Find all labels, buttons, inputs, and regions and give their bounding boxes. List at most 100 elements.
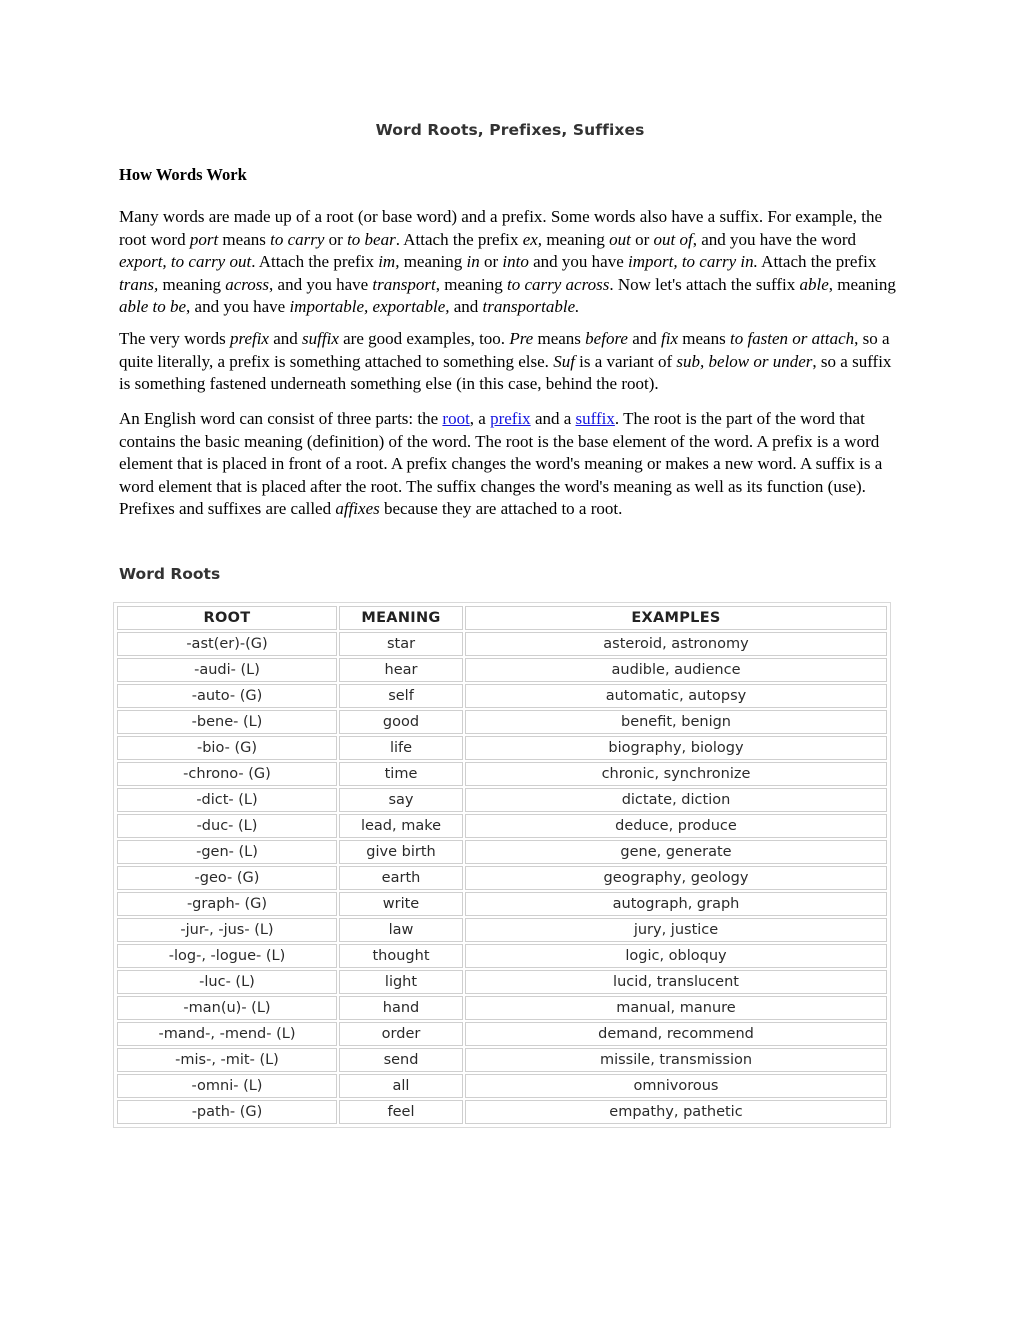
cell-examples: lucid, translucent (465, 970, 887, 994)
inline-link-suffix[interactable]: suffix (576, 409, 615, 428)
column-header-root: ROOT (117, 606, 337, 630)
cell-examples: benefit, benign (465, 710, 887, 734)
document-page: Word Roots, Prefixes, Suffixes How Words… (0, 0, 1020, 1320)
emphasis-text: importable, exportable, (289, 297, 450, 316)
cell-meaning: lead, make (339, 814, 463, 838)
emphasis-text: into (502, 252, 529, 271)
cell-meaning: life (339, 736, 463, 760)
cell-examples: logic, obloquy (465, 944, 887, 968)
cell-meaning: hand (339, 996, 463, 1020)
cell-root: -duc- (L) (117, 814, 337, 838)
table-row: -omni- (L) all omnivorous (117, 1074, 887, 1098)
cell-meaning: write (339, 892, 463, 916)
table-header: ROOT MEANING EXAMPLES (117, 606, 887, 630)
cell-examples: omnivorous (465, 1074, 887, 1098)
cell-meaning: light (339, 970, 463, 994)
cell-examples: audible, audience (465, 658, 887, 682)
cell-root: -omni- (L) (117, 1074, 337, 1098)
emphasis-text: out (609, 229, 631, 249)
emphasis-text: to bear (347, 229, 396, 249)
cell-root: -bene- (L) (117, 710, 337, 734)
cell-examples: gene, generate (465, 840, 887, 864)
table-row: -man(u)- (L) hand manual, manure (117, 996, 887, 1020)
cell-meaning: star (339, 632, 463, 656)
cell-meaning: all (339, 1074, 463, 1098)
table-row: -jur-, -jus- (L) law jury, justice (117, 918, 887, 942)
emphasis-text: im, (378, 252, 400, 271)
cell-root: -auto- (G) (117, 684, 337, 708)
emphasis-text: Suf (553, 351, 575, 371)
table-row: -dict- (L) say dictate, diction (117, 788, 887, 812)
inline-link-prefix[interactable]: prefix (490, 409, 531, 428)
emphasis-text: in (466, 252, 480, 271)
paragraph-how-words-work-2: The very words prefix and suffix are goo… (119, 329, 892, 393)
table-row: -path- (G) feel empathy, pathetic (117, 1100, 887, 1124)
cell-examples: automatic, autopsy (465, 684, 887, 708)
cell-examples: missile, transmission (465, 1048, 887, 1072)
emphasis-text: prefix (229, 329, 269, 348)
inline-link-root[interactable]: root (442, 409, 469, 428)
cell-examples: biography, biology (465, 736, 887, 760)
paragraph-how-words-work-1: Many words are made up of a root (or bas… (119, 207, 896, 316)
emphasis-text: sub, below or under (676, 351, 813, 371)
table-row: -bene- (L) good benefit, benign (117, 710, 887, 734)
cell-root: -mand-, -mend- (L) (117, 1022, 337, 1046)
table-row: -mand-, -mend- (L) order demand, recommend (117, 1022, 887, 1046)
emphasis-text: ex, (522, 229, 543, 249)
table-header-row: ROOT MEANING EXAMPLES (117, 606, 887, 630)
cell-examples: geography, geology (465, 866, 887, 890)
cell-root: -ast(er)-(G) (117, 632, 337, 656)
table-row: -duc- (L) lead, make deduce, produce (117, 814, 887, 838)
cell-root: -bio- (G) (117, 736, 337, 760)
cell-root: -log-, -logue- (L) (117, 944, 337, 968)
cell-meaning: earth (339, 866, 463, 890)
cell-meaning: time (339, 762, 463, 786)
table-row: -graph- (G) write autograph, graph (117, 892, 887, 916)
cell-examples: autograph, graph (465, 892, 887, 916)
cell-root: -jur-, -jus- (L) (117, 918, 337, 942)
column-header-examples: EXAMPLES (465, 606, 887, 630)
column-header-meaning: MEANING (339, 606, 463, 630)
emphasis-text: Pre (509, 329, 534, 348)
cell-meaning: feel (339, 1100, 463, 1124)
table-row: -audi- (L) hear audible, audience (117, 658, 887, 682)
table-row: -auto- (G) self automatic, autopsy (117, 684, 887, 708)
emphasis-text: to carry (270, 229, 325, 249)
table-row: -luc- (L) light lucid, translucent (117, 970, 887, 994)
cell-meaning: thought (339, 944, 463, 968)
emphasis-text: port (189, 229, 219, 249)
emphasis-text: to carry across (507, 274, 610, 294)
emphasis-text: suffix (302, 329, 339, 348)
cell-root: -chrono- (G) (117, 762, 337, 786)
cell-root: -dict- (L) (117, 788, 337, 812)
emphasis-text: before (585, 329, 628, 348)
emphasis-text: affixes (335, 499, 380, 518)
word-roots-table-container: ROOT MEANING EXAMPLES -ast(er)-(G) star as… (113, 602, 891, 1128)
table-row: -ast(er)-(G) star asteroid, astronomy (117, 632, 887, 656)
emphasis-text: able (799, 274, 829, 294)
cell-meaning: self (339, 684, 463, 708)
emphasis-text: trans, (119, 274, 159, 294)
cell-root: -mis-, -mit- (L) (117, 1048, 337, 1072)
emphasis-text: transport (372, 274, 436, 294)
table-row: -bio- (G) life biography, biology (117, 736, 887, 760)
emphasis-text: able to be (119, 297, 187, 316)
cell-meaning: good (339, 710, 463, 734)
cell-examples: asteroid, astronomy (465, 632, 887, 656)
cell-root: -graph- (G) (117, 892, 337, 916)
emphasis-text: across (225, 274, 270, 294)
cell-examples: dictate, diction (465, 788, 887, 812)
emphasis-text: out of (653, 229, 693, 249)
table-body: -ast(er)-(G) star asteroid, astronomy -audi… (117, 632, 887, 1124)
cell-meaning: law (339, 918, 463, 942)
page-title: Word Roots, Prefixes, Suffixes (375, 121, 645, 139)
cell-examples: chronic, synchronize (465, 762, 887, 786)
emphasis-text: to fasten or attach (729, 329, 855, 348)
cell-meaning: say (339, 788, 463, 812)
table-row: -log-, -logue- (L) thought logic, obloquy (117, 944, 887, 968)
cell-root: -audi- (L) (117, 658, 337, 682)
section-heading-word-roots: Word Roots (119, 565, 221, 583)
emphasis-text: import, to carry in. (628, 252, 758, 271)
cell-examples: demand, recommend (465, 1022, 887, 1046)
cell-root: -geo- (G) (117, 866, 337, 890)
